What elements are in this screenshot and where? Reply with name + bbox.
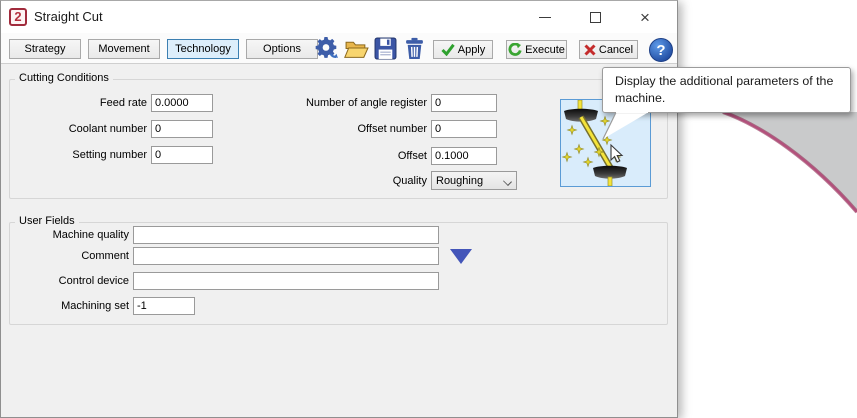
quality-value: Roughing bbox=[436, 175, 483, 187]
offset-input[interactable] bbox=[431, 147, 497, 165]
cancel-label: Cancel bbox=[599, 44, 633, 56]
tab-strategy[interactable]: Strategy bbox=[9, 39, 81, 59]
angle-register-input[interactable] bbox=[431, 94, 497, 112]
help-button[interactable]: ? bbox=[649, 38, 673, 62]
gear-refresh-icon bbox=[314, 36, 339, 61]
execute-arrows-icon bbox=[508, 43, 522, 57]
check-icon bbox=[441, 43, 455, 56]
coolant-number-label: Coolant number bbox=[21, 123, 147, 135]
cutting-conditions-title: Cutting Conditions bbox=[15, 72, 113, 84]
setting-number-input[interactable] bbox=[151, 146, 213, 164]
machining-set-input[interactable] bbox=[133, 297, 195, 315]
toolbar: Strategy Movement Technology Options bbox=[1, 33, 677, 64]
feed-rate-label: Feed rate bbox=[21, 97, 147, 109]
setting-number-label: Setting number bbox=[21, 149, 147, 161]
question-mark-icon: ? bbox=[656, 42, 665, 59]
offset-label: Offset bbox=[271, 150, 427, 162]
chevron-down-icon bbox=[503, 177, 512, 186]
cancel-button[interactable]: Cancel bbox=[579, 40, 638, 59]
tab-movement[interactable]: Movement bbox=[88, 39, 160, 59]
machine-quality-label: Machine quality bbox=[19, 229, 129, 241]
control-device-label: Control device bbox=[19, 275, 129, 287]
close-button[interactable]: × bbox=[628, 5, 662, 29]
save-button[interactable] bbox=[372, 36, 399, 61]
x-icon bbox=[584, 44, 596, 56]
quality-dropdown[interactable]: Roughing bbox=[431, 171, 517, 190]
mouse-cursor-icon bbox=[611, 145, 622, 162]
offset-number-input[interactable] bbox=[431, 120, 497, 138]
tooltip-tail bbox=[598, 112, 652, 142]
open-button[interactable] bbox=[343, 36, 370, 61]
screen: { "window": { "title": "Straight Cut", "… bbox=[0, 0, 857, 418]
minimize-icon bbox=[539, 17, 551, 18]
apply-label: Apply bbox=[458, 44, 486, 56]
trash-icon bbox=[403, 37, 426, 60]
control-device-input[interactable] bbox=[133, 272, 439, 290]
coolant-number-input[interactable] bbox=[151, 120, 213, 138]
comment-input[interactable] bbox=[133, 247, 439, 265]
feed-rate-input[interactable] bbox=[151, 94, 213, 112]
window-title: Straight Cut bbox=[34, 9, 103, 24]
app-logo-icon: 2 bbox=[9, 8, 27, 26]
machining-set-label: Machining set bbox=[19, 300, 129, 312]
offset-number-label: Offset number bbox=[271, 123, 427, 135]
maximize-icon bbox=[590, 12, 601, 23]
execute-button[interactable]: Execute bbox=[506, 40, 567, 59]
tooltip: Display the additional parameters of the… bbox=[602, 67, 851, 113]
apply-button[interactable]: Apply bbox=[433, 40, 493, 59]
quality-label: Quality bbox=[271, 175, 427, 187]
angle-register-label: Number of angle register bbox=[271, 97, 427, 109]
tooltip-text: Display the additional parameters of the… bbox=[615, 74, 833, 105]
machine-quality-input[interactable] bbox=[133, 226, 439, 244]
delete-button[interactable] bbox=[401, 36, 428, 61]
titlebar: 2 Straight Cut × bbox=[1, 1, 677, 33]
tab-options[interactable]: Options bbox=[246, 39, 318, 59]
close-icon: × bbox=[640, 9, 650, 26]
comment-expand-button[interactable] bbox=[448, 247, 474, 265]
save-floppy-icon bbox=[374, 37, 397, 60]
maximize-button[interactable] bbox=[578, 5, 612, 29]
execute-label: Execute bbox=[525, 44, 565, 56]
triangle-down-icon bbox=[450, 249, 472, 264]
comment-label: Comment bbox=[19, 250, 129, 262]
straight-cut-dialog: 2 Straight Cut × Strategy Movement Techn… bbox=[0, 0, 678, 418]
open-folder-icon bbox=[344, 37, 369, 60]
parameters-button[interactable] bbox=[313, 36, 340, 61]
tab-technology[interactable]: Technology bbox=[167, 39, 239, 59]
minimize-button[interactable] bbox=[528, 5, 562, 29]
